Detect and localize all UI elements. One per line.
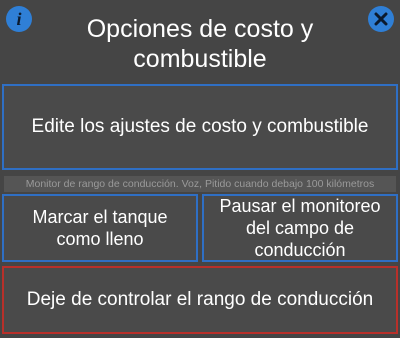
edit-cost-fuel-settings-label: Edite los ajustes de costo y combustible <box>31 116 369 137</box>
mark-tank-full-button[interactable]: Marcar el tanque como lleno <box>2 194 198 262</box>
stop-range-monitoring-label: Deje de controlar el rango de conducción <box>26 289 374 310</box>
pause-monitoring-button[interactable]: Pausar el monitoreo del campo de conducc… <box>202 194 398 262</box>
edit-cost-fuel-settings-button[interactable]: Edite los ajustes de costo y combustible <box>2 84 398 170</box>
range-monitor-status: Monitor de rango de conducción. Voz, Pit… <box>4 176 396 192</box>
cost-fuel-options-dialog: i Opciones de costo y combustible Edite … <box>0 0 400 338</box>
close-x-glyph <box>374 12 388 26</box>
dialog-title: Opciones de costo y combustible <box>86 15 314 73</box>
stop-range-monitoring-button[interactable]: Deje de controlar el rango de conducción <box>2 266 398 334</box>
close-icon[interactable] <box>368 6 394 32</box>
pause-monitoring-label: Pausar el monitoreo del campo de conducc… <box>219 196 381 260</box>
info-icon[interactable]: i <box>6 6 32 32</box>
mark-tank-full-label: Marcar el tanque como lleno <box>32 207 168 249</box>
